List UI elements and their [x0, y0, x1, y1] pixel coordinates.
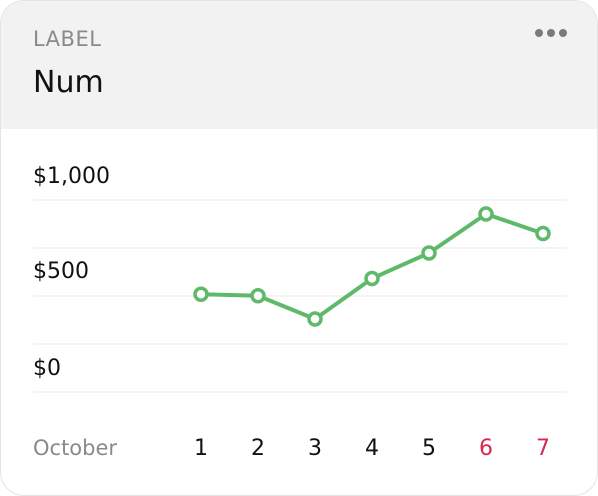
line-chart: $1,000 $500 $0 October 1 2 3 4 5 6 7: [33, 164, 567, 461]
y-tick-label: $500: [33, 259, 89, 284]
x-tick-label: 3: [308, 436, 322, 461]
data-point: [421, 245, 437, 261]
x-tick-label: 6: [479, 436, 493, 461]
x-axis-month-label: October: [33, 436, 117, 460]
x-tick-label: 7: [536, 436, 550, 461]
x-tick-label: 2: [251, 436, 265, 461]
data-point: [193, 286, 209, 302]
series-line: [199, 212, 545, 321]
x-tick-label: 5: [422, 436, 436, 461]
data-point: [478, 206, 494, 222]
x-tick-label: 4: [365, 436, 379, 461]
metric-card: LABEL Num $1,000 $500 $0 October 1 2 3 4 5 6 7: [0, 0, 598, 496]
data-point: [307, 311, 323, 327]
y-tick-label: $1,000: [33, 164, 110, 189]
data-point: [364, 270, 380, 287]
y-tick-label: $0: [33, 356, 61, 381]
data-point: [535, 225, 551, 242]
x-tick-label: 1: [194, 436, 208, 461]
data-point: [250, 288, 266, 304]
